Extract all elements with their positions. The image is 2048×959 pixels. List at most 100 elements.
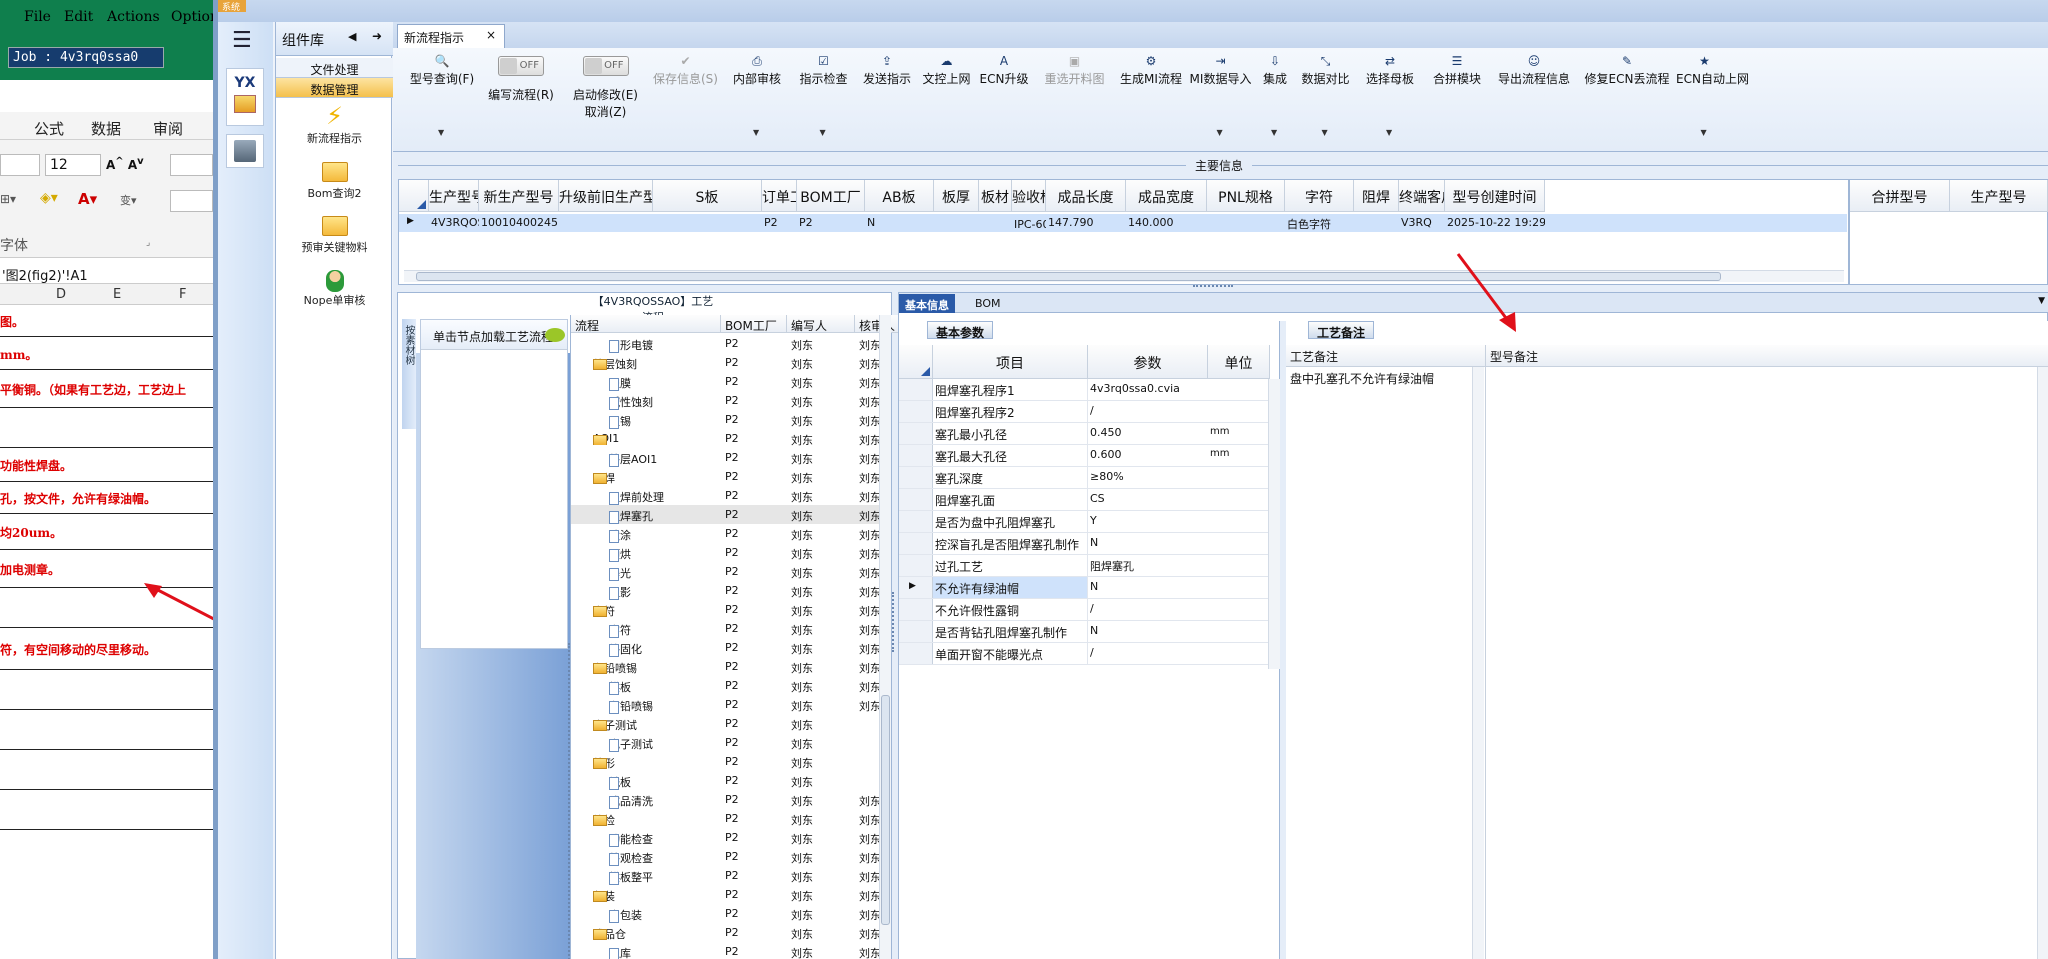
toolbar-button-star[interactable]: ★ ECN自动上网 ▼ xyxy=(1676,48,1749,137)
tab-base-params[interactable]: 基本参数 xyxy=(927,321,994,340)
dropdown-arrow-icon[interactable]: ▼ xyxy=(438,128,444,137)
toolbar-button-upload[interactable]: ⇪ 发送指示 xyxy=(856,48,918,87)
params-header-value[interactable]: 参数 xyxy=(1088,345,1208,379)
toggle-switch[interactable]: OFF xyxy=(498,56,544,76)
tab-file-processing[interactable]: 文件处理 xyxy=(276,58,393,78)
spreadsheet-row[interactable]: 均20um。 xyxy=(0,514,213,550)
column-header[interactable]: BOM工厂 xyxy=(797,180,865,212)
column-header[interactable]: 流程 xyxy=(571,315,721,333)
param-value-cell[interactable]: ≥80% xyxy=(1090,470,1206,483)
toolbar-button-compare[interactable]: ⤡ 数据对比 ▼ xyxy=(1295,48,1356,137)
spreadsheet-row[interactable]: 孔，按文件，允许有绿油帽。 xyxy=(0,482,213,514)
dialog-launcher-icon[interactable]: ⌟ xyxy=(146,238,150,248)
toggle-switch[interactable]: OFF xyxy=(582,56,629,76)
param-value-cell[interactable]: / xyxy=(1090,646,1206,659)
tree-node[interactable]: 外观检查 xyxy=(609,850,719,866)
toolbar-button-shuffle[interactable]: ⇄ 选择母板 ▼ xyxy=(1356,48,1424,137)
column-header[interactable]: 字符 xyxy=(1285,180,1354,212)
process-tree-row[interactable]: 有铅喷锡P2刘东刘东已上网 xyxy=(571,695,950,714)
tree-node[interactable]: −有铅喷锡 xyxy=(593,660,719,676)
tree-node[interactable]: −外形 xyxy=(593,755,719,771)
column-header[interactable]: 生产型号 xyxy=(429,180,479,212)
params-header-unit[interactable]: 单位 xyxy=(1208,345,1270,379)
param-value-cell[interactable]: N xyxy=(1090,580,1206,593)
column-header[interactable]: PNL规格 xyxy=(1207,180,1285,212)
toolbar-button-image[interactable]: ▣ 重选开料图 xyxy=(1033,48,1116,87)
param-unit-cell[interactable]: mm xyxy=(1210,448,1266,459)
dropdown-arrow-icon[interactable]: ▼ xyxy=(1271,128,1277,137)
tree-node[interactable]: 预烘 xyxy=(609,546,719,562)
param-item-cell[interactable]: 单面开窗不能曝光点 xyxy=(933,643,1088,664)
cad-menu-option[interactable]: Option xyxy=(171,9,213,25)
column-header[interactable]: 终端客户代码 xyxy=(1399,180,1445,212)
tree-node[interactable]: 有铅喷锡 xyxy=(609,698,719,714)
font-color-icon[interactable]: A▾ xyxy=(78,190,97,208)
param-row[interactable]: 阻焊塞孔面 CS xyxy=(899,489,1275,511)
param-item-cell[interactable]: 阻焊塞孔程序2 xyxy=(933,401,1088,422)
param-row[interactable]: 不允许假性露铜 / xyxy=(899,599,1275,621)
param-item-cell[interactable]: 控深盲孔是否阻焊塞孔制作 xyxy=(933,533,1088,554)
tree-node[interactable]: 退锡 xyxy=(609,413,719,429)
tree-node[interactable]: 图形电镀 xyxy=(609,337,719,353)
tree-node[interactable]: 烘板整平 xyxy=(609,869,719,885)
align-left-button[interactable] xyxy=(170,190,213,212)
tree-node[interactable]: 曝光 xyxy=(609,565,719,581)
param-value-cell[interactable]: N xyxy=(1090,624,1206,637)
toolbar-button-smile[interactable]: ☺ 导出流程信息 xyxy=(1490,48,1578,87)
param-value-cell[interactable]: 4v3rq0ssa0.cvia xyxy=(1090,382,1206,395)
process-tree-row[interactable]: 图形电镀P2刘东刘东已上网 xyxy=(571,334,950,353)
tree-node[interactable]: 电子测试 xyxy=(609,736,719,752)
param-value-cell[interactable]: N xyxy=(1090,536,1206,549)
tree-node[interactable]: −成品仓 xyxy=(593,926,719,942)
param-item-cell[interactable]: 塞孔最大孔径 xyxy=(933,445,1088,466)
param-item-cell[interactable]: 不允许有绿油帽 xyxy=(933,577,1088,598)
spreadsheet-row[interactable] xyxy=(0,670,213,710)
dropdown-arrow-icon[interactable]: ▼ xyxy=(1322,128,1328,137)
dropdown-arrow-icon[interactable]: ▼ xyxy=(1217,128,1223,137)
close-icon[interactable]: × xyxy=(486,28,496,42)
excel-tab-formula[interactable]: 公式 xyxy=(34,118,64,139)
column-header[interactable]: 生产型号 xyxy=(1950,180,2048,212)
process-tree-row[interactable]: 内包装P2刘东刘东已上网 xyxy=(571,904,950,923)
param-row[interactable]: 塞孔最小孔径 0.450 mm xyxy=(899,423,1275,445)
param-value-cell[interactable]: / xyxy=(1090,404,1206,417)
fill-color-icon[interactable]: ◈▾ xyxy=(40,190,58,206)
dropdown-arrow-icon[interactable]: ▼ xyxy=(1386,128,1392,137)
vertical-scrollbar[interactable] xyxy=(1268,379,1280,669)
toolbar-button-font[interactable]: A ECN升级 xyxy=(975,48,1033,87)
param-value-cell[interactable]: 阻焊塞孔 xyxy=(1090,558,1206,574)
param-value-cell[interactable]: / xyxy=(1090,602,1206,615)
column-header[interactable]: 验收标准 xyxy=(1012,180,1046,212)
param-row[interactable]: 阻焊塞孔程序2/ xyxy=(899,401,1275,423)
tree-node[interactable]: 入库 xyxy=(609,945,719,959)
process-tree-row[interactable]: 显影P2刘东刘东已上网 xyxy=(571,581,950,600)
process-tree-row[interactable]: −字符P2刘东刘东已上网 xyxy=(571,600,950,619)
column-header[interactable]: D xyxy=(56,287,66,302)
process-tree-row[interactable]: −有铅喷锡P2刘东刘东已上网 xyxy=(571,657,950,676)
tab-data-management[interactable]: 数据管理 xyxy=(276,78,393,98)
column-header[interactable]: 成品长度 xyxy=(1046,180,1126,212)
param-item-cell[interactable]: 是否背钻孔阻焊塞孔制作 xyxy=(933,621,1088,642)
column-header[interactable]: 型号创建时间 xyxy=(1445,180,1545,212)
horizontal-scrollbar[interactable] xyxy=(404,270,1844,282)
param-row[interactable]: 塞孔深度 ≥80% xyxy=(899,467,1275,489)
calculator-icon[interactable] xyxy=(226,134,264,168)
process-tree-row[interactable]: −AOI1P2刘东刘东已上网 xyxy=(571,429,950,448)
column-header[interactable]: 编写人 xyxy=(787,315,855,333)
toolbar-button-check[interactable]: ✔ 保存信息(S) xyxy=(648,48,723,87)
toolbar-button-wrench[interactable]: ✎ 修复ECN丢流程 xyxy=(1578,48,1676,87)
param-item-cell[interactable]: 阻焊塞孔面 xyxy=(933,489,1088,510)
param-value-cell[interactable]: 0.600 xyxy=(1090,448,1206,461)
process-tree-row[interactable]: 字符P2刘东刘东已上网 xyxy=(571,619,950,638)
param-item-cell[interactable]: 塞孔深度 xyxy=(933,467,1088,488)
column-header[interactable]: 成品宽度 xyxy=(1126,180,1207,212)
tree-node[interactable]: −外层蚀刻 xyxy=(593,356,719,372)
excel-tab-data[interactable]: 数据 xyxy=(91,118,121,139)
spreadsheet-row[interactable]: 功能性焊盘。 xyxy=(0,448,213,482)
process-tree-row[interactable]: 终固化P2刘东刘东已上网 xyxy=(571,638,950,657)
tree-node[interactable]: 功能检查 xyxy=(609,831,719,847)
param-row[interactable]: 过孔工艺 阻焊塞孔 xyxy=(899,555,1275,577)
dropdown-arrow-icon[interactable]: ▼ xyxy=(2038,296,2045,306)
tree-node[interactable]: 阻焊塞孔 xyxy=(609,508,719,524)
process-tree-row[interactable]: −包装P2刘东刘东已上网 xyxy=(571,885,950,904)
